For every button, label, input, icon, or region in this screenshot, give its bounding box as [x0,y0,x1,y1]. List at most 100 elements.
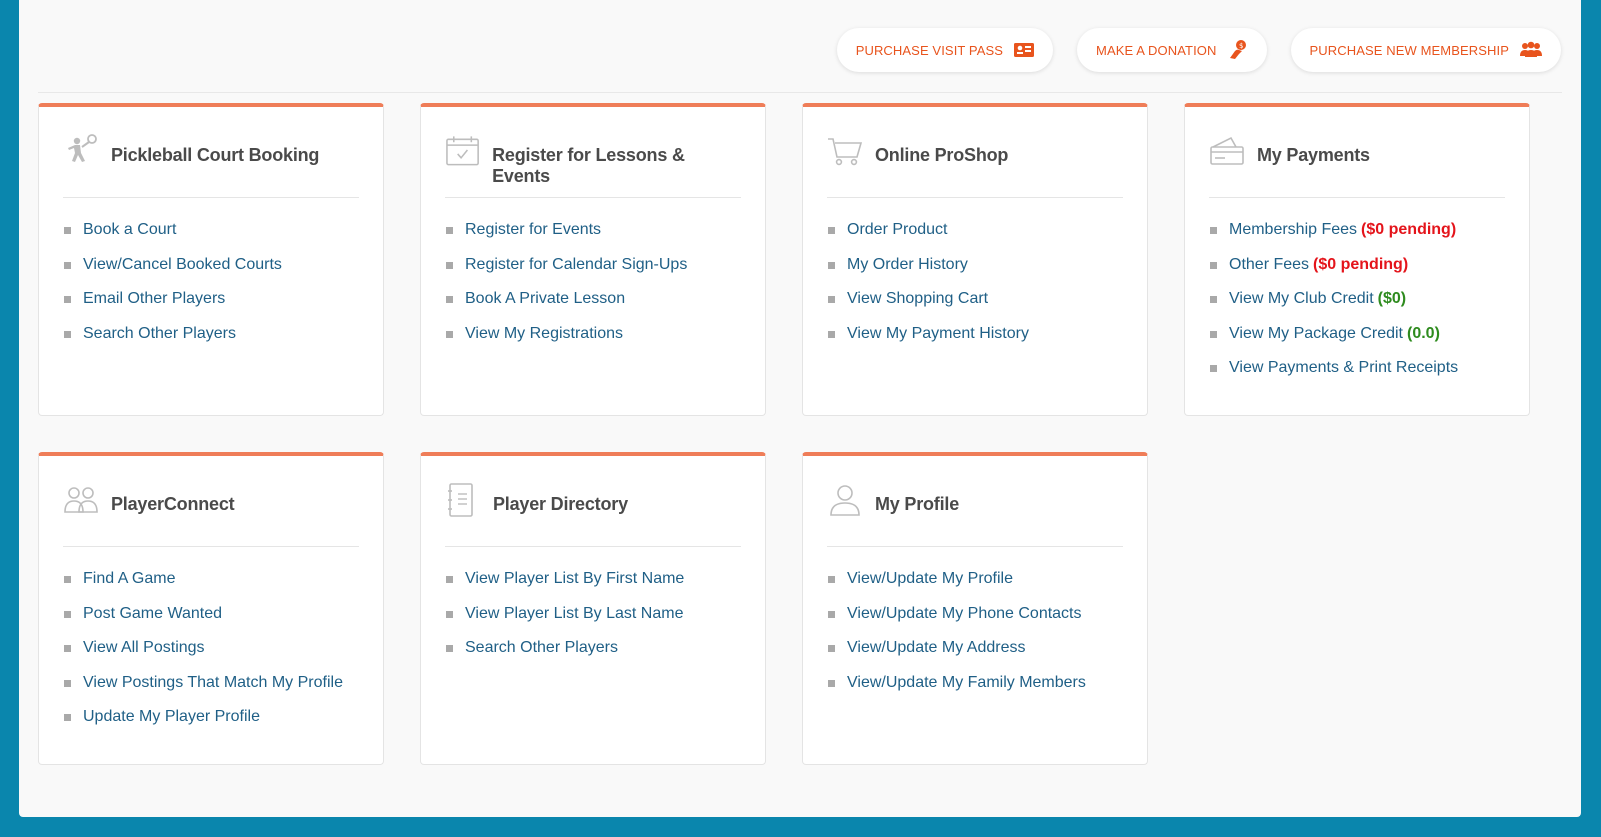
make-donation-button[interactable]: MAKE A DONATION $ [1077,28,1267,72]
bullet [64,714,71,721]
bullet [446,330,453,338]
link-book-private-lesson[interactable]: Book A Private Lesson [465,290,625,308]
link-update-address[interactable]: View/Update My Address [847,639,1025,657]
card-header: PlayerConnect [63,482,359,547]
link-view-club-credit[interactable]: View My Club Credit [1229,290,1374,308]
link-find-a-game[interactable]: Find A Game [83,570,176,588]
bullet [828,610,835,618]
list-item[interactable]: View All Postings [63,639,343,674]
card-header: My Payments [1209,133,1505,198]
card-title: Player Directory [493,494,628,514]
pending-amount: ($0 pending) [1313,255,1409,273]
link-view-package-credit[interactable]: View My Package Credit [1229,325,1403,343]
list-item[interactable]: Update My Player Profile [63,708,343,743]
link-search-other-players[interactable]: Search Other Players [83,325,236,343]
credit-amount: ($0) [1377,290,1407,307]
purchase-new-membership-button[interactable]: PURCHASE NEW MEMBERSHIP [1290,28,1561,72]
link-view-all-postings[interactable]: View All Postings [83,639,205,657]
purchase-visit-pass-button[interactable]: PURCHASE VISIT PASS [836,28,1054,72]
list-item[interactable]: View Player List By First Name [445,570,684,605]
bullet [1210,330,1217,338]
link-update-player-profile[interactable]: Update My Player Profile [83,708,260,726]
link-book-a-court[interactable]: Book a Court [83,221,176,239]
bullet [64,645,71,652]
link-player-list-first-name[interactable]: View Player List By First Name [465,570,684,588]
list-item[interactable]: View/Update My Phone Contacts [827,605,1086,640]
card-link-list: Register for Events Register for Calenda… [445,221,687,359]
bullet [1210,227,1217,234]
card-online-proshop: Online ProShop Order Product My Order Hi… [802,103,1148,416]
credit-amount: (0.0) [1407,324,1440,342]
link-register-for-events[interactable]: Register for Events [465,221,601,239]
bullet [1210,261,1217,269]
link-email-other-players[interactable]: Email Other Players [83,290,225,308]
card-link-list: Order Product My Order History View Shop… [827,221,1029,359]
card-header: Pickleball Court Booking [63,133,359,198]
list-item[interactable]: View Postings That Match My Profile [63,674,343,709]
list-item[interactable]: Search Other Players [63,325,282,360]
link-view-payment-history[interactable]: View My Payment History [847,325,1029,343]
list-item[interactable]: View/Update My Profile [827,570,1086,605]
link-view-payments-print-receipts[interactable]: View Payments & Print Receipts [1229,359,1458,377]
card-player-directory: Player Directory View Player List By Fir… [420,452,766,765]
list-item[interactable]: Post Game Wanted [63,605,343,640]
list-item[interactable]: My Order History [827,256,1029,291]
list-item[interactable]: Find A Game [63,570,343,605]
link-view-my-registrations[interactable]: View My Registrations [465,325,623,343]
list-item[interactable]: View My Payment History [827,325,1029,360]
link-my-order-history[interactable]: My Order History [847,256,968,274]
bullet [828,645,835,652]
list-item[interactable]: Order Product [827,221,1029,256]
card-header: Online ProShop [827,133,1123,198]
link-membership-fees[interactable]: Membership Fees [1229,221,1357,239]
purchase-new-membership-label: PURCHASE NEW MEMBERSHIP [1309,42,1509,58]
card-title: Online ProShop [875,145,1009,165]
list-item[interactable]: Book a Court [63,221,282,256]
link-register-calendar-signups[interactable]: Register for Calendar Sign-Ups [465,256,687,274]
bullet [64,227,71,234]
link-view-shopping-cart[interactable]: View Shopping Cart [847,290,988,308]
credit-card-icon [1210,136,1244,165]
list-item[interactable]: Book A Private Lesson [445,290,687,325]
link-post-game-wanted[interactable]: Post Game Wanted [83,605,222,623]
card-title: PlayerConnect [111,494,235,514]
list-item[interactable]: View My Registrations [445,325,687,360]
list-item[interactable]: Other Fees ($0 pending) [1209,256,1458,291]
list-item[interactable]: View/Update My Address [827,639,1086,674]
link-player-list-last-name[interactable]: View Player List By Last Name [465,605,683,623]
list-item[interactable]: View/Update My Family Members [827,674,1086,709]
donation-icon: $ [1229,40,1246,59]
list-item[interactable]: View Payments & Print Receipts [1209,359,1458,394]
list-item[interactable]: View Player List By Last Name [445,605,684,640]
link-search-other-players-directory[interactable]: Search Other Players [465,639,618,657]
link-update-phone-contacts[interactable]: View/Update My Phone Contacts [847,605,1082,623]
link-update-family-members[interactable]: View/Update My Family Members [847,674,1086,692]
card-header: Register for Lessons & Events [445,133,741,198]
card-header: Player Directory [445,482,741,547]
main-panel: PURCHASE VISIT PASS MAKE A DONATION $ PU… [19,0,1581,817]
list-item[interactable]: Email Other Players [63,290,282,325]
card-link-list: View/Update My Profile View/Update My Ph… [827,570,1086,708]
notebook-icon [448,483,473,517]
bullet [64,330,71,338]
pickleball-player-icon [68,134,97,162]
link-update-my-profile[interactable]: View/Update My Profile [847,570,1013,588]
link-view-postings-match-profile[interactable]: View Postings That Match My Profile [83,674,343,692]
list-item[interactable]: View/Cancel Booked Courts [63,256,282,291]
top-divider [38,92,1562,93]
card-title: My Profile [875,494,960,514]
list-item[interactable]: View My Club Credit ($0) [1209,290,1458,325]
card-link-list: Book a Court View/Cancel Booked Courts E… [63,221,282,359]
list-item[interactable]: Register for Calendar Sign-Ups [445,256,687,291]
list-item[interactable]: View Shopping Cart [827,290,1029,325]
link-other-fees[interactable]: Other Fees [1229,256,1309,274]
link-view-cancel-booked-courts[interactable]: View/Cancel Booked Courts [83,256,282,274]
bullet [1210,365,1217,372]
link-order-product[interactable]: Order Product [847,221,947,239]
list-item[interactable]: Search Other Players [445,639,684,674]
list-item[interactable]: Register for Events [445,221,687,256]
list-item[interactable]: View My Package Credit (0.0) [1209,325,1458,360]
ticket-icon [1014,43,1035,57]
list-item[interactable]: Membership Fees ($0 pending) [1209,221,1458,256]
bullet [828,227,835,234]
